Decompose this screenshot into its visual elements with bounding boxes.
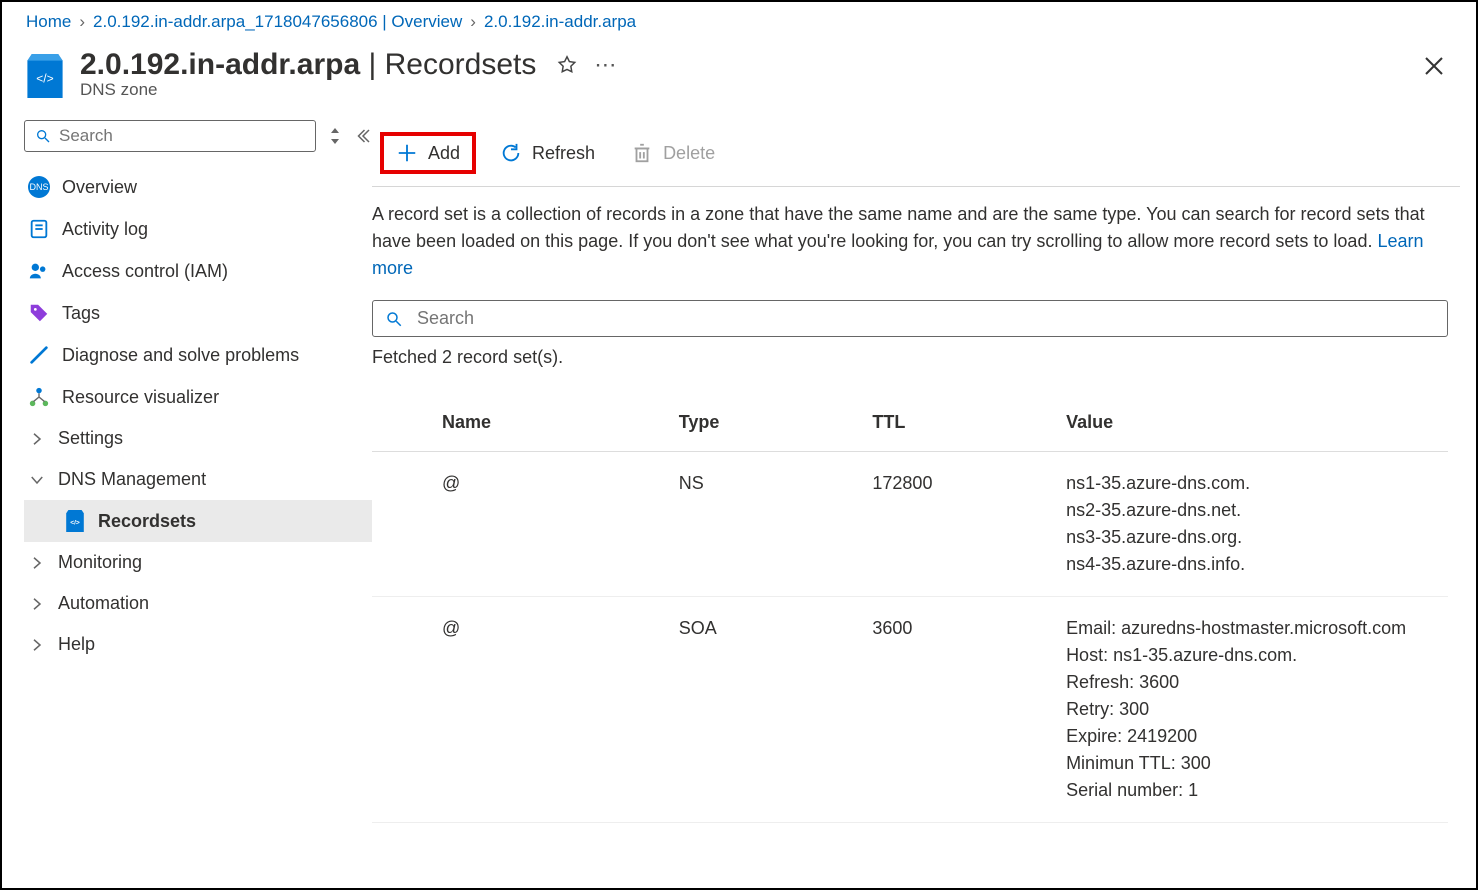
sidebar-item-diagnose[interactable]: Diagnose and solve problems xyxy=(24,334,372,376)
col-header-ttl[interactable]: TTL xyxy=(862,394,1056,452)
sidebar-item-label: DNS Management xyxy=(58,469,206,490)
sidebar-item-dns-management[interactable]: DNS Management xyxy=(24,459,372,500)
collapse-icon[interactable] xyxy=(354,127,372,145)
breadcrumb: Home › 2.0.192.in-addr.arpa_171804765680… xyxy=(2,2,1476,38)
fetched-count: Fetched 2 record set(s). xyxy=(372,347,1460,368)
globe-icon: DNS xyxy=(28,176,50,198)
chevron-right-icon xyxy=(28,595,46,613)
refresh-button[interactable]: Refresh xyxy=(488,136,607,170)
toolbar: Add Refresh Delete xyxy=(372,120,1460,187)
cell-name: @ xyxy=(432,597,669,823)
close-icon[interactable] xyxy=(1422,54,1446,78)
breadcrumb-home[interactable]: Home xyxy=(26,12,71,32)
row-select-cell[interactable] xyxy=(372,597,432,823)
dns-zone-icon: </> xyxy=(26,54,64,98)
sidebar-item-automation[interactable]: Automation xyxy=(24,583,372,624)
sidebar-item-label: Activity log xyxy=(62,219,148,240)
chevron-right-icon xyxy=(28,636,46,654)
sidebar-item-label: Access control (IAM) xyxy=(62,261,228,282)
sidebar-item-tags[interactable]: Tags xyxy=(24,292,372,334)
sidebar-item-label: Resource visualizer xyxy=(62,387,219,408)
cell-type: SOA xyxy=(669,597,863,823)
main-content: Add Refresh Delete A record set is a col… xyxy=(372,120,1476,896)
cell-ttl: 3600 xyxy=(862,597,1056,823)
chevron-right-icon xyxy=(28,430,46,448)
delete-button: Delete xyxy=(619,136,727,170)
more-icon[interactable]: ⋯ xyxy=(594,52,616,78)
recordset-search[interactable] xyxy=(372,300,1448,337)
sidebar-item-iam[interactable]: Access control (IAM) xyxy=(24,250,372,292)
table-row[interactable]: @NS172800ns1-35.azure-dns.com. ns2-35.az… xyxy=(372,452,1448,597)
table-row[interactable]: @SOA3600Email: azuredns-hostmaster.micro… xyxy=(372,597,1448,823)
sidebar-item-settings[interactable]: Settings xyxy=(24,418,372,459)
cell-name: @ xyxy=(432,452,669,597)
recordset-table: Name Type TTL Value @NS172800ns1-35.azur… xyxy=(372,394,1448,823)
sidebar-item-label: Automation xyxy=(58,593,149,614)
recordset-search-input[interactable] xyxy=(417,308,1435,329)
svg-text:</>: </> xyxy=(36,72,54,86)
sidebar-search-input[interactable] xyxy=(59,126,305,146)
search-icon xyxy=(385,310,403,328)
chevron-down-icon xyxy=(28,471,46,489)
page-header: </> 2.0.192.in-addr.arpa | Recordsets ⋯ … xyxy=(2,38,1476,120)
button-label: Refresh xyxy=(532,143,595,164)
chevron-right-icon: › xyxy=(79,12,85,32)
sidebar-search[interactable] xyxy=(24,120,316,152)
breadcrumb-overview[interactable]: 2.0.192.in-addr.arpa_1718047656806 | Ove… xyxy=(93,12,462,32)
star-icon[interactable] xyxy=(556,54,578,76)
dns-zone-icon: </> xyxy=(64,510,86,532)
refresh-icon xyxy=(500,142,522,164)
col-header-name[interactable]: Name xyxy=(432,394,669,452)
sidebar-item-label: Diagnose and solve problems xyxy=(62,345,299,366)
sidebar-item-recordsets[interactable]: </> Recordsets xyxy=(24,500,372,542)
sidebar-item-overview[interactable]: DNS Overview xyxy=(24,166,372,208)
sidebar-item-visualizer[interactable]: Resource visualizer xyxy=(24,376,372,418)
sidebar-item-label: Settings xyxy=(58,428,123,449)
sidebar-item-monitoring[interactable]: Monitoring xyxy=(24,542,372,583)
button-label: Delete xyxy=(663,143,715,164)
chevron-right-icon: › xyxy=(470,12,476,32)
sidebar-item-activity-log[interactable]: Activity log xyxy=(24,208,372,250)
sidebar-item-help[interactable]: Help xyxy=(24,624,372,665)
row-select-cell[interactable] xyxy=(372,452,432,597)
sidebar-item-label: Help xyxy=(58,634,95,655)
people-icon xyxy=(28,260,50,282)
sidebar: DNS Overview Activity log Access control… xyxy=(2,120,372,896)
plus-icon xyxy=(396,142,418,164)
sidebar-item-label: Recordsets xyxy=(98,511,196,532)
tools-icon xyxy=(28,344,50,366)
cell-value: ns1-35.azure-dns.com. ns2-35.azure-dns.n… xyxy=(1056,452,1448,597)
chevron-right-icon xyxy=(28,554,46,572)
cell-value: Email: azuredns-hostmaster.microsoft.com… xyxy=(1056,597,1448,823)
sidebar-item-label: Overview xyxy=(62,177,137,198)
page-title: 2.0.192.in-addr.arpa | Recordsets xyxy=(80,48,536,82)
col-header-value[interactable]: Value xyxy=(1056,394,1448,452)
log-icon xyxy=(28,218,50,240)
search-icon xyxy=(35,128,51,144)
add-button[interactable]: Add xyxy=(380,132,476,174)
tag-icon xyxy=(28,302,50,324)
sort-icon[interactable] xyxy=(328,127,342,145)
svg-text:</>: </> xyxy=(70,519,80,526)
sidebar-item-label: Tags xyxy=(62,303,100,324)
cell-ttl: 172800 xyxy=(862,452,1056,597)
resource-type-label: DNS zone xyxy=(80,80,616,100)
col-header-type[interactable]: Type xyxy=(669,394,863,452)
button-label: Add xyxy=(428,143,460,164)
cell-type: NS xyxy=(669,452,863,597)
description-text: A record set is a collection of records … xyxy=(372,201,1460,282)
breadcrumb-zone[interactable]: 2.0.192.in-addr.arpa xyxy=(484,12,636,32)
trash-icon xyxy=(631,142,653,164)
hierarchy-icon xyxy=(28,386,50,408)
sidebar-item-label: Monitoring xyxy=(58,552,142,573)
